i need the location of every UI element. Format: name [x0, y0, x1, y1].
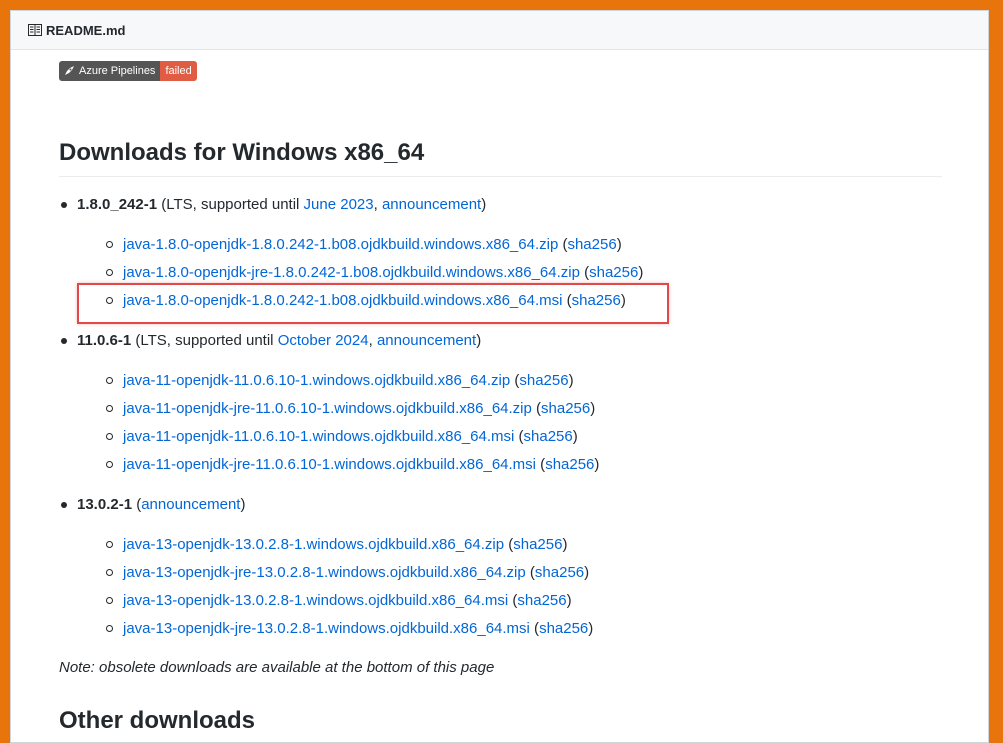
- download-link[interactable]: java-13-openjdk-13.0.2.8-1.windows.ojdkb…: [123, 592, 508, 609]
- download-link[interactable]: java-13-openjdk-jre-13.0.2.8-1.windows.o…: [123, 564, 526, 581]
- download-item: java-1.8.0-openjdk-jre-1.8.0.242-1.b08.o…: [106, 263, 643, 283]
- supported-until-link[interactable]: June 2023: [304, 196, 374, 213]
- badge-label: Azure Pipelines: [79, 65, 156, 77]
- sha256-link[interactable]: sha256: [539, 620, 588, 637]
- circle-bullet-icon: [106, 625, 113, 632]
- bullet-icon: [61, 338, 67, 344]
- sha256-link[interactable]: sha256: [517, 592, 566, 609]
- azure-pipelines-badge[interactable]: Azure Pipelines failed: [59, 61, 197, 81]
- book-icon: [28, 24, 42, 36]
- section-title: Downloads for Windows x86_64: [59, 139, 942, 177]
- sha256-link[interactable]: sha256: [541, 400, 590, 417]
- circle-bullet-icon: [106, 377, 113, 384]
- announcement-link[interactable]: announcement: [141, 496, 240, 513]
- circle-bullet-icon: [106, 433, 113, 440]
- circle-bullet-icon: [106, 241, 113, 248]
- bullet-icon: [61, 502, 67, 508]
- rocket-icon: [65, 66, 74, 75]
- circle-bullet-icon: [106, 405, 113, 412]
- download-link[interactable]: java-1.8.0-openjdk-1.8.0.242-1.b08.ojdkb…: [123, 236, 558, 253]
- download-item: java-13-openjdk-jre-13.0.2.8-1.windows.o…: [106, 619, 593, 639]
- download-item: java-11-openjdk-11.0.6.10-1.windows.ojdk…: [106, 371, 574, 391]
- download-item: java-13-openjdk-13.0.2.8-1.windows.ojdkb…: [106, 535, 567, 555]
- readme-title: README.md: [46, 22, 126, 38]
- badge-status: failed: [160, 61, 197, 81]
- announcement-link[interactable]: announcement: [377, 332, 476, 349]
- release-item: 13.0.2-1 (announcement): [61, 495, 245, 515]
- download-link[interactable]: java-11-openjdk-jre-11.0.6.10-1.windows.…: [123, 456, 536, 473]
- download-link[interactable]: java-11-openjdk-11.0.6.10-1.windows.ojdk…: [123, 428, 514, 445]
- circle-bullet-icon: [106, 597, 113, 604]
- download-item: java-11-openjdk-jre-11.0.6.10-1.windows.…: [106, 455, 599, 475]
- sha256-link[interactable]: sha256: [567, 236, 616, 253]
- release-version: 11.0.6-1: [77, 332, 132, 349]
- other-downloads-title: Other downloads: [59, 707, 256, 734]
- announcement-link[interactable]: announcement: [382, 196, 481, 213]
- circle-bullet-icon: [106, 461, 113, 468]
- release-item: 11.0.6-1 (LTS, supported until October 2…: [61, 331, 481, 351]
- circle-bullet-icon: [106, 541, 113, 548]
- circle-bullet-icon: [106, 269, 113, 276]
- sha256-link[interactable]: sha256: [513, 536, 562, 553]
- download-item: java-13-openjdk-13.0.2.8-1.windows.ojdkb…: [106, 591, 572, 611]
- download-link[interactable]: java-11-openjdk-jre-11.0.6.10-1.windows.…: [123, 400, 532, 417]
- supported-until-link[interactable]: October 2024: [278, 332, 369, 349]
- download-link[interactable]: java-1.8.0-openjdk-jre-1.8.0.242-1.b08.o…: [123, 264, 580, 281]
- sha256-link[interactable]: sha256: [535, 564, 584, 581]
- download-link[interactable]: java-13-openjdk-jre-13.0.2.8-1.windows.o…: [123, 620, 530, 637]
- sha256-link[interactable]: sha256: [589, 264, 638, 281]
- sha256-link[interactable]: sha256: [524, 428, 573, 445]
- download-item: java-11-openjdk-11.0.6.10-1.windows.ojdk…: [106, 427, 578, 447]
- release-version: 13.0.2-1: [77, 496, 133, 513]
- download-link[interactable]: java-13-openjdk-13.0.2.8-1.windows.ojdkb…: [123, 536, 504, 553]
- download-item: java-1.8.0-openjdk-1.8.0.242-1.b08.ojdkb…: [106, 235, 622, 255]
- highlight-box: [77, 283, 669, 324]
- download-item: java-11-openjdk-jre-11.0.6.10-1.windows.…: [106, 399, 595, 419]
- obsolete-note: Note: obsolete downloads are available a…: [59, 659, 495, 676]
- circle-bullet-icon: [106, 569, 113, 576]
- download-link[interactable]: java-11-openjdk-11.0.6.10-1.windows.ojdk…: [123, 372, 510, 389]
- sha256-link[interactable]: sha256: [519, 372, 568, 389]
- sha256-link[interactable]: sha256: [545, 456, 594, 473]
- readme-header: README.md: [11, 11, 988, 50]
- bullet-icon: [61, 202, 67, 208]
- readme-panel: README.md Azure Pipelines failed Downloa…: [10, 10, 989, 743]
- release-version: 1.8.0_242-1: [77, 196, 158, 213]
- release-item: 1.8.0_242-1 (LTS, supported until June 2…: [61, 195, 486, 215]
- download-item: java-13-openjdk-jre-13.0.2.8-1.windows.o…: [106, 563, 589, 583]
